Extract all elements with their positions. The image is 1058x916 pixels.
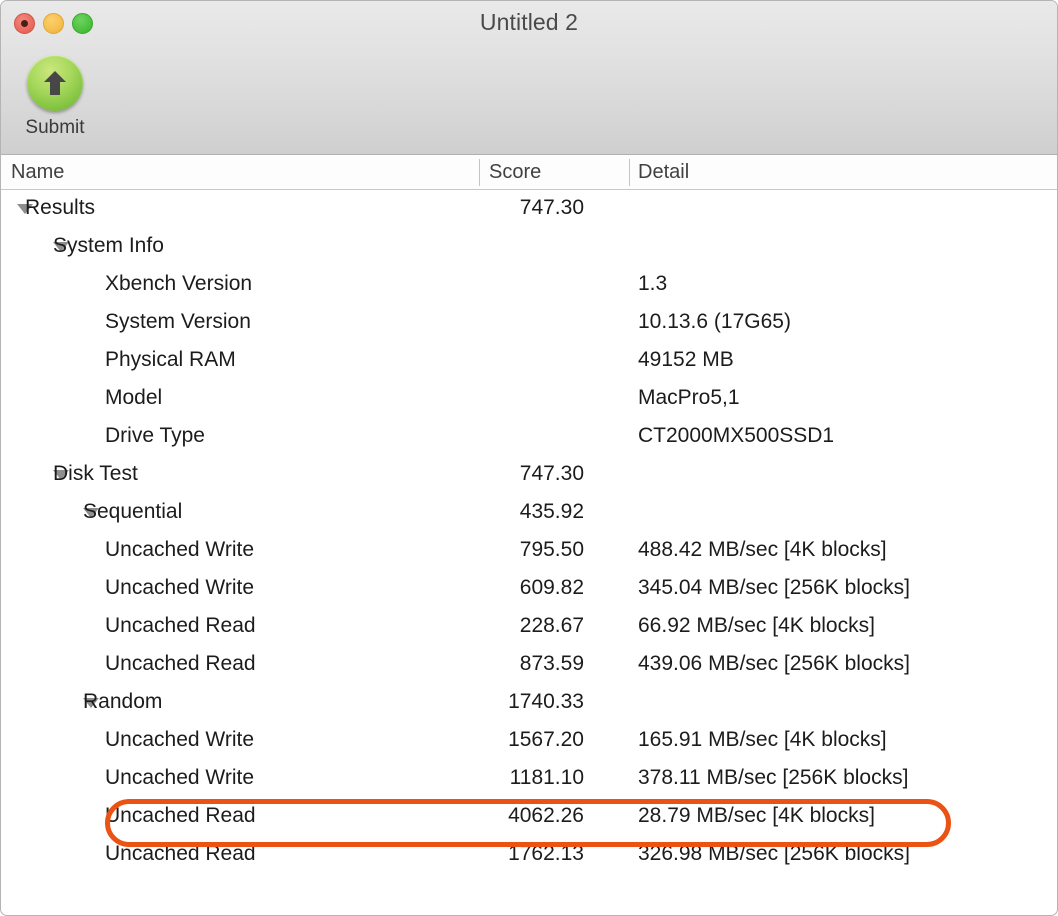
row-score: 228.67 (519, 614, 584, 637)
row-detail: 439.06 MB/sec [256K blocks] (638, 652, 910, 675)
column-divider-2[interactable] (629, 159, 630, 186)
row-name: Sequential (83, 500, 183, 523)
results-outline: Results 747.30 System Info Xbench Version 1.… (1, 190, 1057, 880)
table-row[interactable]: Uncached Read 228.67 66.92 MB/sec [4K bloc… (1, 608, 1057, 646)
row-detail: 1.3 (638, 272, 668, 295)
row-name: Model (105, 386, 163, 409)
column-header-detail[interactable]: Detail (638, 161, 689, 184)
row-score: 1762.13 (508, 842, 584, 865)
table-row[interactable]: Uncached Write 1567.20 165.91 MB/sec [4K b… (1, 722, 1057, 760)
row-name: Uncached Read (105, 842, 256, 865)
xbench-window: Untitled 2 Submit Name Score Detail Resu… (0, 0, 1058, 916)
row-detail: 10.13.6 (17G65) (638, 310, 791, 333)
table-row[interactable]: Model MacPro5,1 (1, 380, 1057, 418)
row-detail: 28.79 MB/sec [4K blocks] (638, 804, 875, 827)
table-row[interactable]: Uncached Write 795.50 488.42 MB/sec [4K bl… (1, 532, 1057, 570)
table-row[interactable]: Uncached Write 1181.10 378.11 MB/sec [256K… (1, 760, 1057, 798)
row-score: 435.92 (519, 500, 584, 523)
row-name: Results (25, 196, 96, 219)
row-name: System Info (53, 234, 164, 257)
row-detail: 66.92 MB/sec [4K blocks] (638, 614, 875, 637)
row-detail: CT2000MX500SSD1 (638, 424, 835, 447)
row-name: System Version (105, 310, 251, 333)
row-detail: 165.91 MB/sec [4K blocks] (638, 728, 887, 751)
row-name: Uncached Read (105, 614, 256, 637)
row-score: 1740.33 (508, 690, 584, 713)
row-name: Drive Type (105, 424, 205, 447)
row-name: Disk Test (53, 462, 138, 485)
row-name: Uncached Write (105, 766, 255, 789)
row-name: Xbench Version (105, 272, 253, 295)
row-score: 1181.10 (509, 766, 584, 789)
row-score: 747.30 (519, 196, 584, 219)
table-row[interactable]: Uncached Read 873.59 439.06 MB/sec [256K b… (1, 646, 1057, 684)
window-chrome: Untitled 2 Submit (1, 1, 1057, 155)
row-name: Uncached Read (105, 804, 256, 827)
table-row[interactable]: Physical RAM 49152 MB (1, 342, 1057, 380)
table-row[interactable]: Random 1740.33 (1, 684, 1057, 722)
upload-arrow-icon (27, 55, 83, 111)
row-name: Uncached Read (105, 652, 256, 675)
row-detail: MacPro5,1 (638, 386, 740, 409)
row-score: 747.30 (519, 462, 584, 485)
column-header-name[interactable]: Name (11, 161, 64, 184)
table-row[interactable]: Uncached Write 609.82 345.04 MB/sec [256K … (1, 570, 1057, 608)
window-title: Untitled 2 (479, 9, 579, 35)
table-row[interactable]: Sequential 435.92 (1, 494, 1057, 532)
row-score: 1567.20 (508, 728, 584, 751)
table-row[interactable]: Results 747.30 (1, 190, 1057, 228)
table-row[interactable]: Drive Type CT2000MX500SSD1 (1, 418, 1057, 456)
table-row[interactable]: Uncached Read 4062.26 28.79 MB/sec [4K blo… (1, 798, 1057, 836)
row-name: Uncached Write (105, 728, 255, 751)
row-detail: 326.98 MB/sec [256K blocks] (638, 842, 910, 865)
table-row[interactable]: Xbench Version 1.3 (1, 266, 1057, 304)
column-header-row: Name Score Detail (1, 155, 1057, 190)
table-row[interactable]: System Version 10.13.6 (17G65) (1, 304, 1057, 342)
row-score: 4062.26 (508, 804, 584, 827)
row-score: 873.59 (519, 652, 584, 675)
row-detail: 345.04 MB/sec [256K blocks] (638, 576, 910, 599)
row-detail: 49152 MB (638, 348, 734, 371)
row-detail: 488.42 MB/sec [4K blocks] (638, 538, 887, 561)
column-divider-1[interactable] (479, 159, 480, 186)
column-header-score[interactable]: Score (489, 161, 541, 184)
row-name: Random (83, 690, 163, 713)
table-row[interactable]: System Info (1, 228, 1057, 266)
table-row[interactable]: Disk Test 747.30 (1, 456, 1057, 494)
row-name: Uncached Write (105, 576, 255, 599)
row-detail: 378.11 MB/sec [256K blocks] (638, 766, 909, 789)
submit-label: Submit (25, 117, 85, 138)
row-score: 609.82 (519, 576, 584, 599)
row-name: Uncached Write (105, 538, 255, 561)
row-name: Physical RAM (105, 348, 236, 371)
submit-toolbar-button[interactable]: Submit (19, 55, 91, 139)
table-row[interactable]: Uncached Read 1762.13 326.98 MB/sec [256K … (1, 836, 1057, 874)
row-score: 795.50 (519, 538, 584, 561)
